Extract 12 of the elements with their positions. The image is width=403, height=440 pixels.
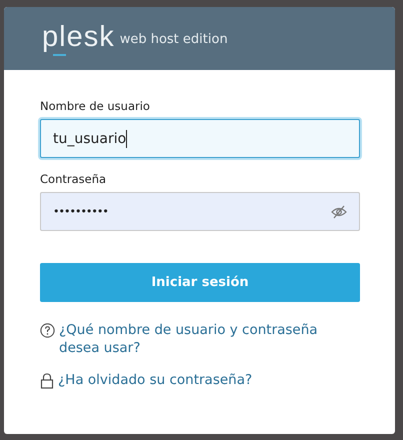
help-link[interactable]: ¿Ha olvidado su contraseña? <box>58 371 252 389</box>
password-field[interactable]: •••••••••• <box>40 192 360 231</box>
lock-icon <box>40 373 54 389</box>
field-label: Contraseña <box>40 172 108 186</box>
accent-line <box>53 54 66 56</box>
logo: plesk <box>42 22 115 52</box>
field-label: Nombre de usuario <box>40 99 151 113</box>
username-field[interactable]: tu_usuario <box>40 119 360 158</box>
edition-label: web host edition <box>120 32 228 47</box>
help-link[interactable]: ¿Qué nombre de usuario y contraseña desea usar? <box>59 321 360 357</box>
help-icon <box>40 323 55 338</box>
hidden-eye-icon[interactable] <box>331 204 347 218</box>
